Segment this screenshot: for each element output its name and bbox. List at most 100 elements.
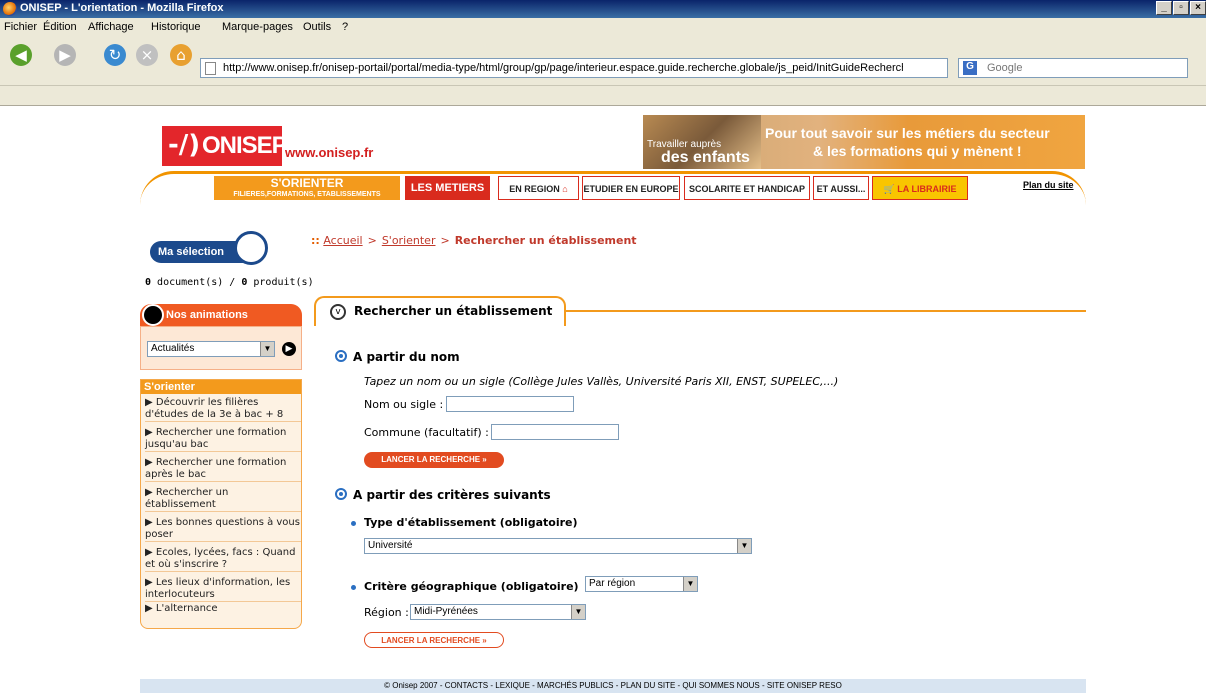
home-icon[interactable]: ⌂ — [170, 44, 192, 66]
type-label: Type d'établissement (obligatoire) — [364, 516, 578, 529]
breadcrumb: :: Accueil > S'orienter > Rechercher un étab… — [311, 234, 637, 247]
back-icon[interactable]: ◀ — [10, 44, 32, 66]
google-icon: G — [963, 61, 977, 75]
cart-icon: 🛒 — [883, 184, 895, 194]
minimize-button[interactable]: _ — [1156, 1, 1172, 15]
window-titlebar: ONISEP - L'orientation - Mozilla Firefox… — [0, 0, 1206, 18]
banner-line1: Pour tout savoir sur les métiers du sect… — [765, 125, 1050, 141]
commune-label: Commune (facultatif) : — [364, 426, 489, 439]
window-title: ONISEP - L'orientation - Mozilla Firefox — [20, 2, 224, 14]
onisep-logo[interactable]: -/) ONISEP — [162, 126, 288, 166]
site-url: www.onisep.fr — [285, 145, 374, 160]
breadcrumb-parent[interactable]: S'orienter — [382, 234, 436, 247]
tab-region[interactable]: EN REGION ⌂ — [498, 176, 579, 200]
orienter-menu: S'orienter ▶ Découvrir les filières d'ét… — [140, 379, 302, 629]
animations-title: Nos animations — [140, 304, 302, 326]
panel-title: Rechercher un établissement — [354, 304, 553, 318]
geo-select[interactable]: Par région ▼ — [585, 576, 698, 592]
menu-affichage[interactable]: Affichage — [88, 21, 134, 33]
menu-edition[interactable]: Édition — [43, 21, 77, 33]
geo-value: Par région — [589, 578, 636, 589]
tab-aussi[interactable]: ET AUSSI... — [813, 176, 869, 200]
stop-icon[interactable]: × — [136, 44, 158, 66]
search-box[interactable]: G Google — [958, 58, 1188, 78]
search-button-name[interactable]: LANCER LA RECHERCHE » — [364, 452, 504, 468]
maximize-button[interactable]: ▫ — [1173, 1, 1189, 15]
animations-selected: Actualités — [151, 343, 195, 354]
footer: © Onisep 2007 - CONTACTS - LEXIQUE - MAR… — [140, 679, 1086, 693]
radio-by-name[interactable] — [335, 350, 347, 362]
sidebar-item-alternance[interactable]: ▶ L'alternance — [145, 603, 301, 615]
chevron-down-icon: ▼ — [260, 342, 274, 356]
prod-label: produit(s) — [247, 277, 314, 288]
chevron-down-icon[interactable]: v — [330, 304, 346, 320]
breadcrumb-home[interactable]: Accueil — [323, 234, 362, 247]
banner-ad[interactable]: Travailler auprès des enfants Pour tout … — [643, 115, 1085, 169]
region-select[interactable]: Midi-Pyrénées ▼ — [410, 604, 586, 620]
selection-count: 0 document(s) / 0 produit(s) — [145, 277, 314, 288]
type-value: Université — [368, 540, 413, 551]
bullet-icon — [351, 521, 356, 526]
panel-divider — [566, 310, 1086, 312]
menu-marque-pages[interactable]: Marque-pages — [222, 21, 293, 33]
close-button[interactable]: × — [1190, 1, 1206, 15]
chevron-down-icon: ▼ — [737, 539, 751, 553]
sidebar-item-formation-bac[interactable]: ▶ Rechercher une formation jusqu'au bac — [145, 427, 301, 452]
page-icon — [205, 62, 216, 75]
magnifier-icon — [142, 304, 164, 326]
radio-by-criteria[interactable] — [335, 488, 347, 500]
name-label: Nom ou sigle : — [364, 398, 444, 411]
sidebar-item-questions[interactable]: ▶ Les bonnes questions à vous poser — [145, 517, 301, 542]
bookmarks-toolbar — [0, 86, 1206, 106]
sidebar-item-etablissement[interactable]: ▶ Rechercher un établissement — [145, 487, 301, 512]
type-select[interactable]: Université ▼ — [364, 538, 752, 554]
logo-mark: -/) — [168, 130, 201, 160]
menu-fichier[interactable]: Fichier — [4, 21, 37, 33]
ma-selection[interactable]: Ma sélection — [150, 229, 268, 267]
bullet-icon — [351, 585, 356, 590]
tab-librairie[interactable]: 🛒 LA LIBRAIRIE — [872, 176, 968, 200]
tab-europe[interactable]: ETUDIER EN EUROPE — [582, 176, 680, 200]
sitemap-link[interactable]: Plan du site — [1023, 180, 1074, 190]
breadcrumb-current: Rechercher un établissement — [454, 234, 637, 247]
name-hint: Tapez un nom ou un sigle (Collège Jules … — [364, 375, 839, 388]
url-bar[interactable]: http://www.onisep.fr/onisep-portail/port… — [200, 58, 948, 78]
sidebar-item-formation-apres-bac[interactable]: ▶ Rechercher une formation après le bac — [145, 457, 301, 482]
chevron-down-icon: ▼ — [571, 605, 585, 619]
orienter-title: S'orienter — [141, 380, 301, 394]
basket-icon — [234, 231, 268, 265]
animations-select[interactable]: Actualités ▼ — [147, 341, 275, 357]
chevron-down-icon: ▼ — [683, 577, 697, 591]
tab-orienter-label: S'ORIENTER — [270, 176, 344, 190]
menu-help[interactable]: ? — [342, 21, 348, 33]
sidebar-item-information[interactable]: ▶ Les lieux d'information, les interlocu… — [145, 577, 301, 602]
region-label: Région : — [364, 606, 409, 619]
banner-big-text: des enfants — [661, 149, 750, 166]
section-by-criteria: A partir des critères suivants — [353, 488, 551, 502]
tab-scolarite[interactable]: SCOLARITE ET HANDICAP — [684, 176, 810, 200]
menu-historique[interactable]: Historique — [151, 21, 201, 33]
tab-orienter[interactable]: S'ORIENTER FILIERES,FORMATIONS, ETABLISS… — [214, 176, 400, 200]
forward-icon[interactable]: ▶ — [54, 44, 76, 66]
search-button-criteria[interactable]: LANCER LA RECHERCHE » — [364, 632, 504, 648]
tab-librairie-label: LA LIBRAIRIE — [897, 184, 957, 194]
sidebar-item-filieres[interactable]: ▶ Découvrir les filières d'études de la … — [145, 397, 301, 422]
section-by-name: A partir du nom — [353, 350, 460, 364]
sidebar-item-inscrire[interactable]: ▶ Ecoles, lycées, facs : Quand et où s'i… — [145, 547, 301, 572]
region-value: Midi-Pyrénées — [414, 606, 478, 617]
house-icon: ⌂ — [562, 184, 568, 194]
tab-region-label: EN REGION — [509, 184, 560, 194]
tab-metiers[interactable]: LES METIERS — [405, 176, 490, 200]
url-text: http://www.onisep.fr/onisep-portail/port… — [223, 62, 903, 74]
search-placeholder: Google — [987, 62, 1023, 74]
go-arrow-icon[interactable]: ▶ — [282, 342, 296, 356]
logo-text: ONISEP — [202, 132, 288, 159]
reload-icon[interactable]: ↻ — [104, 44, 126, 66]
firefox-icon — [3, 2, 17, 16]
tab-orienter-sublabel: FILIERES,FORMATIONS, ETABLISSEMENTS — [233, 191, 381, 198]
menu-outils[interactable]: Outils — [303, 21, 331, 33]
commune-input[interactable] — [491, 424, 619, 440]
docs-label: document(s) / — [151, 277, 242, 288]
banner-line2: & les formations qui y mènent ! — [813, 143, 1022, 159]
name-input[interactable] — [446, 396, 574, 412]
